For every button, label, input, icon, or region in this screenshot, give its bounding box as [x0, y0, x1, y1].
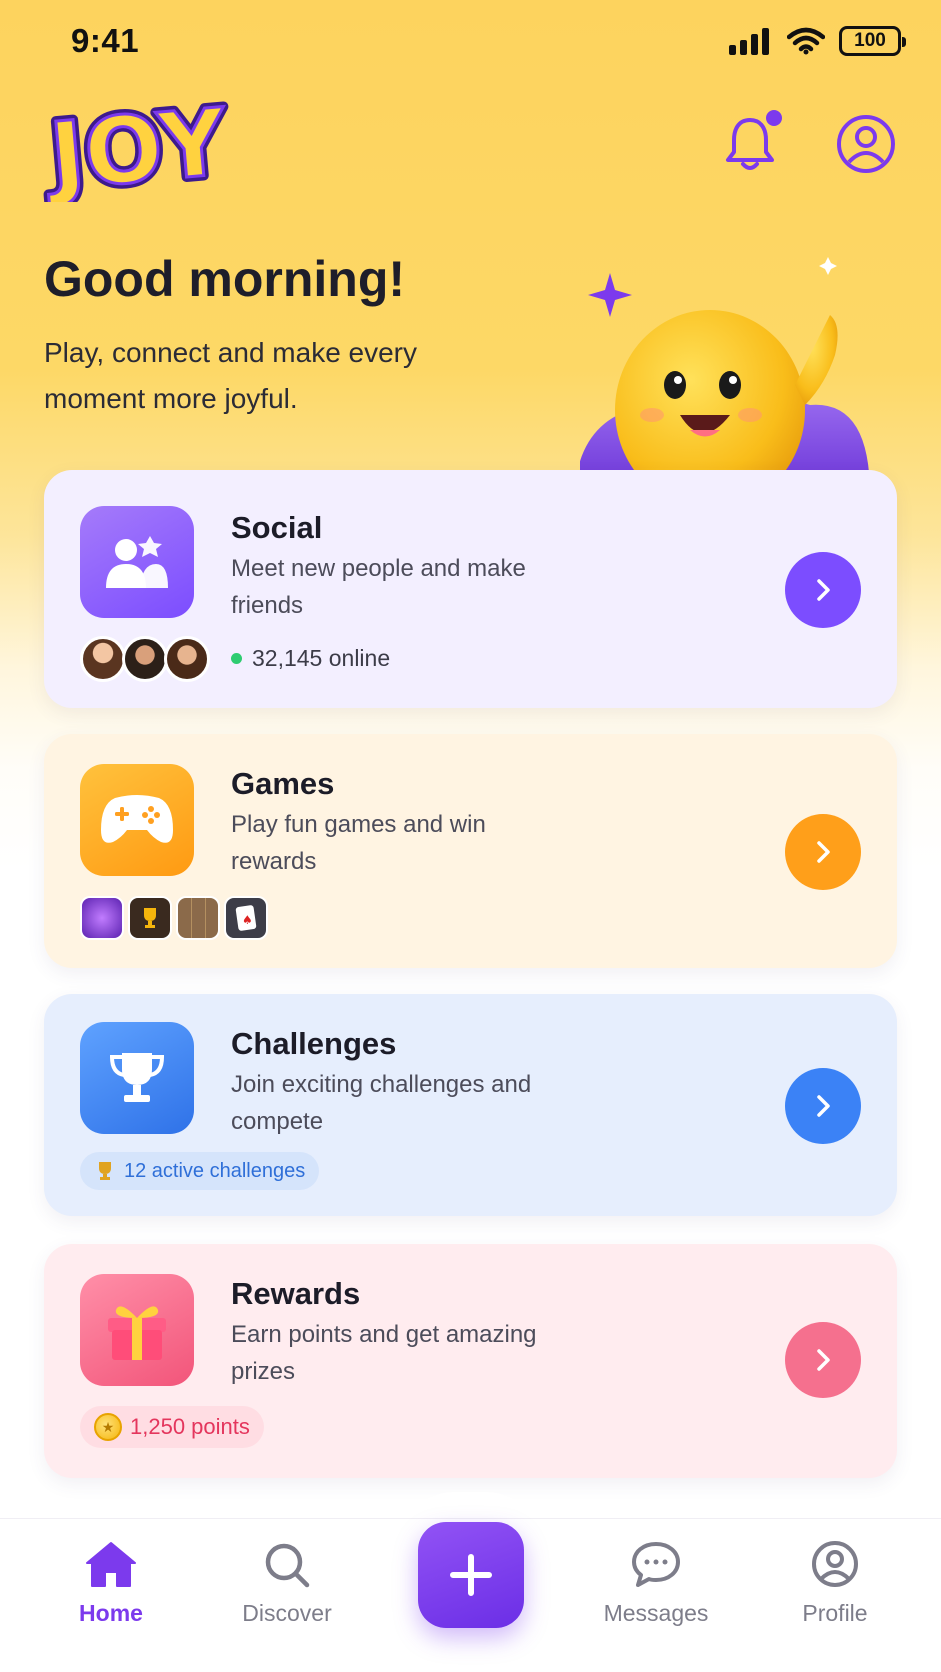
- notification-dot: [766, 110, 782, 126]
- game-thumb-monster: [80, 896, 124, 940]
- social-card-title: Social: [231, 510, 323, 545]
- avatar: [164, 636, 210, 682]
- gift-icon: [108, 1306, 166, 1360]
- wifi-icon: [787, 27, 825, 55]
- status-bar: 9:41 100: [0, 0, 941, 88]
- profile-icon: [812, 1541, 858, 1587]
- online-count: 32,145 online: [231, 645, 390, 672]
- nav-messages[interactable]: Messages: [586, 1540, 726, 1627]
- playing-card-icon: ♠: [235, 905, 257, 931]
- chevron-right-icon: [817, 579, 830, 601]
- nav-profile-label: Profile: [802, 1600, 868, 1626]
- search-icon: [265, 1543, 310, 1588]
- game-thumb-cards: ♠: [224, 896, 268, 940]
- create-fab-button[interactable]: [418, 1522, 524, 1628]
- plus-icon: [450, 1554, 492, 1596]
- active-challenges-badge: 12 active challenges: [80, 1152, 320, 1190]
- challenges-card-description: Join exciting challenges and compete: [231, 1071, 532, 1135]
- social-card-description: Meet new people and make friends: [231, 555, 526, 619]
- online-status-dot: [231, 653, 242, 664]
- chevron-right-icon: [817, 1095, 830, 1117]
- status-icons: 100: [729, 26, 906, 56]
- rewards-card-title: Rewards: [231, 1276, 361, 1311]
- rewards-card-icon: [80, 1274, 194, 1386]
- active-challenges-text: 12 active challenges: [124, 1159, 306, 1182]
- trophy-icon: [144, 908, 156, 928]
- rewards-card[interactable]: Rewards Earn points and get amazing priz…: [44, 1244, 897, 1478]
- svg-text:JOY: JOY: [40, 92, 232, 202]
- home-icon: [86, 1542, 136, 1587]
- battery-level: 100: [854, 30, 886, 51]
- points-text: 1,250 points: [130, 1414, 250, 1439]
- user-circle-icon: [837, 115, 895, 173]
- game-thumb-trophy: [128, 896, 172, 940]
- greeting-title: Good morning!: [44, 251, 406, 307]
- games-card-icon: [80, 764, 194, 876]
- games-card-description: Play fun games and win rewards: [231, 811, 486, 875]
- online-avatars: [80, 636, 210, 682]
- nav-discover-label: Discover: [242, 1600, 332, 1626]
- game-thumb-puzzle: [176, 896, 220, 940]
- people-icon: [106, 536, 168, 588]
- chevron-right-icon: [817, 1349, 830, 1371]
- profile-button[interactable]: [834, 112, 898, 176]
- social-card-icon: [80, 506, 194, 618]
- social-card[interactable]: Social Meet new people and make friends …: [44, 470, 897, 708]
- small-trophy-icon: [99, 1162, 111, 1180]
- nav-messages-label: Messages: [603, 1600, 709, 1626]
- chat-icon: [632, 1542, 680, 1587]
- battery-icon: 100: [839, 26, 906, 56]
- coin-icon: ★: [94, 1413, 122, 1441]
- greeting-subtitle: Play, connect and make every moment more…: [44, 337, 418, 414]
- nav-profile[interactable]: Profile: [765, 1540, 905, 1627]
- points-badge: ★ 1,250 points: [80, 1406, 264, 1448]
- joy-logo: JOY JOY: [40, 92, 237, 202]
- social-open-button[interactable]: [785, 552, 861, 628]
- avatar: [122, 636, 168, 682]
- games-card-title: Games: [231, 766, 335, 801]
- games-open-button[interactable]: [785, 814, 861, 890]
- gamepad-icon: [101, 795, 173, 843]
- svg-text:♠: ♠: [242, 913, 253, 927]
- mascot-illustration: [580, 257, 870, 505]
- online-count-text: 32,145 online: [252, 645, 391, 671]
- games-card[interactable]: Games Play fun games and win rewards ♠: [44, 734, 897, 968]
- challenges-card[interactable]: Challenges Join exciting challenges and …: [44, 994, 897, 1216]
- chevron-right-icon: [817, 841, 830, 863]
- challenges-card-title: Challenges: [231, 1026, 397, 1061]
- avatar: [80, 636, 126, 682]
- rewards-card-description: Earn points and get amazing prizes: [231, 1321, 537, 1385]
- trophy-icon: [109, 1053, 165, 1102]
- challenges-card-icon: [80, 1022, 194, 1134]
- nav-discover[interactable]: Discover: [217, 1540, 357, 1627]
- challenges-open-button[interactable]: [785, 1068, 861, 1144]
- nav-home[interactable]: Home: [41, 1540, 181, 1627]
- nav-home-label: Home: [79, 1600, 143, 1626]
- rewards-open-button[interactable]: [785, 1322, 861, 1398]
- signal-icon: [729, 28, 769, 55]
- game-thumbnails: ♠: [80, 896, 268, 940]
- status-time: 9:41: [71, 22, 140, 59]
